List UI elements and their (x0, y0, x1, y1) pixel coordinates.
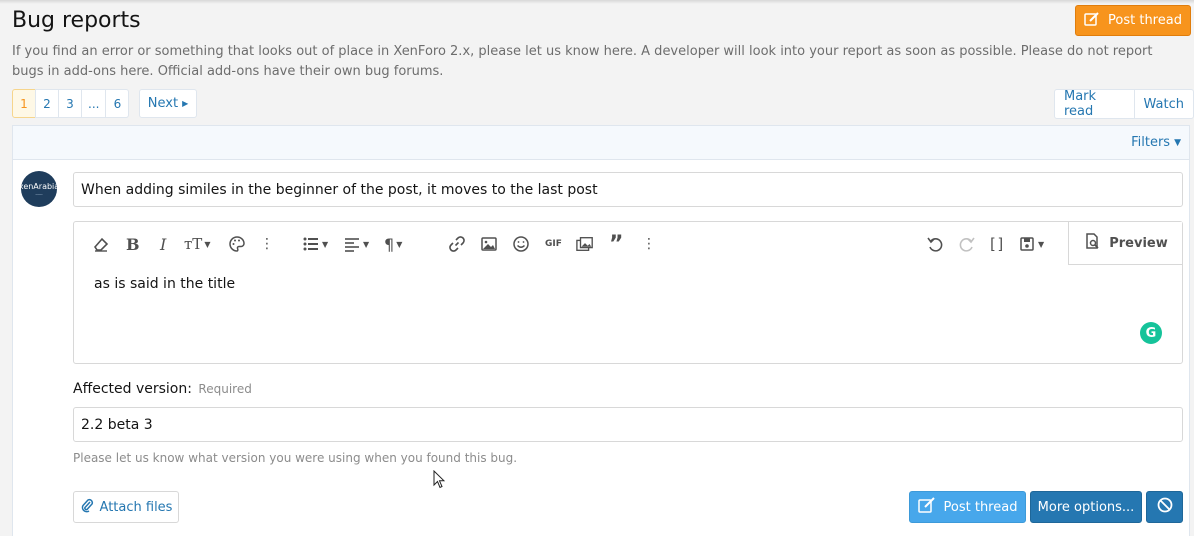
post-thread-label: Post thread (943, 499, 1018, 515)
affected-version-label-text: Affected version: (73, 381, 192, 397)
post-thread-header-button[interactable]: Post thread (1075, 5, 1191, 36)
editor-content[interactable]: as is said in the title (94, 276, 235, 292)
bbcode-toggle-icon[interactable]: [ ] (990, 234, 1003, 254)
window-top-edge (0, 0, 1194, 4)
gif-icon[interactable]: GIF (545, 234, 562, 254)
preview-button[interactable]: Preview (1068, 222, 1182, 265)
affected-version-label: Affected version: Required (73, 381, 252, 397)
media-gallery-icon[interactable] (576, 234, 594, 254)
affected-version-value: 2.2 beta 3 (81, 416, 153, 433)
avatar-text: xenArabia (21, 182, 57, 191)
filter-bar: Filters ▼ (13, 126, 1189, 160)
mouse-cursor-icon (433, 470, 445, 489)
page-link-2[interactable]: 2 (35, 89, 59, 118)
redo-icon[interactable] (958, 234, 976, 254)
affected-version-input[interactable]: 2.2 beta 3 (73, 407, 1183, 442)
page-jump-ellipsis[interactable]: ... (81, 89, 107, 118)
cancel-button[interactable] (1146, 491, 1183, 523)
grammarly-icon[interactable]: G (1140, 322, 1162, 344)
italic-icon[interactable]: I (160, 234, 166, 254)
message-editor[interactable]: B I тT ▼ ⋮ ▼ ▼ ¶ ▼ GIF ” ⋮ [] ▼ Preview… (73, 221, 1183, 364)
watch-button[interactable]: Watch (1133, 89, 1194, 119)
page-link-1[interactable]: 1 (12, 89, 36, 118)
attach-files-button[interactable]: Attach files (73, 491, 179, 523)
page-title: Bug reports (12, 8, 141, 33)
pagination: 1 2 3 ... 6 (12, 89, 130, 118)
drafts-icon[interactable]: ▼ (1018, 234, 1044, 254)
more-options-button[interactable]: More options... (1030, 491, 1142, 523)
attach-files-label: Attach files (99, 499, 173, 515)
affected-version-hint: Please let us know what version you were… (73, 451, 518, 465)
undo-icon[interactable] (926, 234, 944, 254)
list-icon[interactable]: ▼ (302, 234, 328, 254)
bold-icon[interactable]: B (126, 234, 140, 254)
more-vertical-icon[interactable]: ⋮ (260, 234, 274, 254)
required-hint: Required (198, 382, 252, 396)
more-options-label: More options... (1037, 499, 1135, 515)
link-icon[interactable] (448, 234, 466, 254)
thread-title-input[interactable]: When adding similes in the beginner of t… (73, 172, 1183, 207)
ban-icon (1157, 497, 1173, 517)
caret-right-icon: ▶ (182, 99, 189, 108)
palette-icon[interactable] (228, 234, 246, 254)
paragraph-icon[interactable]: ¶ ▼ (384, 234, 402, 254)
post-thread-header-label: Post thread (1108, 13, 1182, 28)
preview-icon (1083, 232, 1101, 254)
filters-label: Filters (1131, 135, 1171, 150)
preview-label: Preview (1109, 235, 1168, 251)
next-page-label: Next (147, 96, 179, 111)
thread-title-value: When adding similes in the beginner of t… (81, 181, 598, 198)
quote-icon[interactable]: ” (609, 232, 623, 257)
eraser-icon[interactable] (92, 234, 110, 254)
page-link-6[interactable]: 6 (105, 89, 130, 118)
editor-toolbar: B I тT ▼ ⋮ ▼ ▼ ¶ ▼ GIF ” ⋮ [] ▼ (74, 222, 1182, 266)
smiley-icon[interactable] (512, 234, 530, 254)
align-icon[interactable]: ▼ (343, 234, 369, 254)
mark-read-button[interactable]: Mark read (1054, 89, 1135, 119)
filters-menu-button[interactable]: Filters ▼ (1131, 135, 1181, 150)
more-vertical-icon[interactable]: ⋮ (642, 234, 656, 254)
image-icon[interactable] (480, 234, 498, 254)
edit-icon (1084, 11, 1100, 31)
edit-icon (917, 497, 936, 517)
post-thread-button[interactable]: Post thread (909, 491, 1026, 523)
next-page-button[interactable]: Next ▶ (139, 89, 197, 118)
avatar[interactable]: xenArabia ــــــ (21, 171, 57, 207)
text-size-icon[interactable]: тT ▼ (184, 234, 210, 254)
page-link-3[interactable]: 3 (58, 89, 82, 118)
forum-actions: Mark read Watch (1054, 89, 1194, 119)
avatar-subtext-decoration: ــــــ (35, 191, 43, 196)
caret-down-icon: ▼ (1174, 137, 1181, 148)
paperclip-icon (80, 497, 94, 517)
forum-description: If you find an error or something that l… (12, 44, 1153, 79)
